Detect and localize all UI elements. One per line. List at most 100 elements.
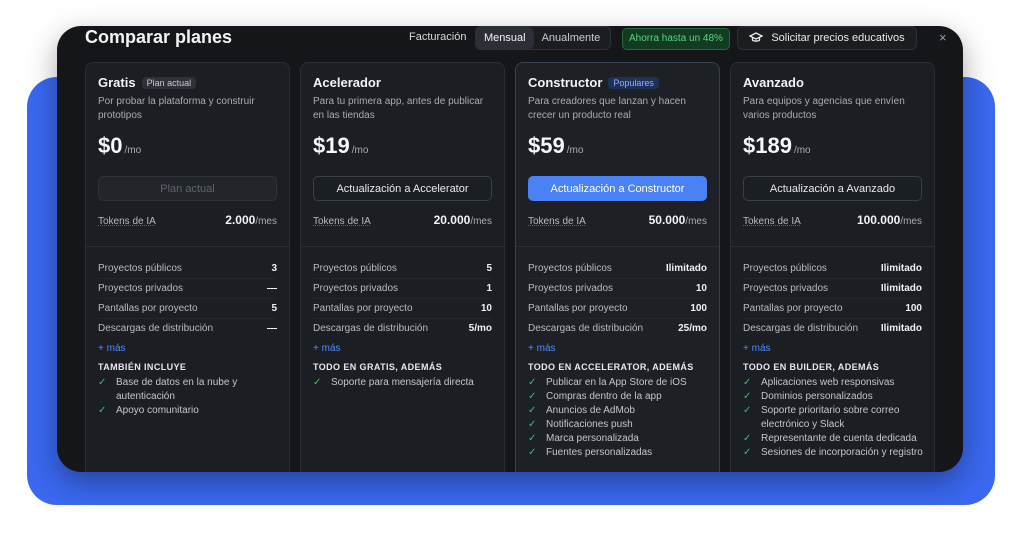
- upgrade-advanced-button[interactable]: Actualización a Avanzado: [743, 176, 922, 201]
- include-text: Soporte para mensajería directa: [331, 377, 474, 388]
- more-features-link[interactable]: + más: [528, 343, 556, 354]
- plan-name-row: Constructor Populares: [528, 75, 659, 90]
- edu-pricing-button[interactable]: Solicitar precios educativos: [737, 26, 917, 50]
- include-text: Soporte prioritario sobre correo electró…: [761, 405, 900, 430]
- feature-row: Descargas de distribución —: [98, 319, 277, 338]
- upgrade-accelerator-button[interactable]: Actualización a Accelerator: [313, 176, 492, 201]
- price-row: $59 /mo: [528, 133, 583, 159]
- check-icon: ✓: [313, 377, 322, 388]
- check-icon: ✓: [528, 433, 537, 444]
- feature-row: Descargas de distribución 5/mo: [313, 319, 492, 338]
- list-item: ✓ Notificaciones push: [528, 418, 710, 432]
- price-row: $189 /mo: [743, 133, 811, 159]
- plan-card-accelerator: Acelerador Para tu primera app, antes de…: [300, 62, 505, 472]
- plan-name-row: Acelerador: [313, 75, 381, 90]
- ai-tokens-label[interactable]: Tokens de IA: [743, 216, 801, 227]
- modal-header: Comparar planes Facturación Mensual Anua…: [57, 26, 963, 52]
- feature-label: Pantallas por proyecto: [313, 303, 413, 314]
- ai-tokens-unit: /mes: [685, 216, 707, 227]
- include-text: Base de datos en la nube y autenticación: [116, 377, 238, 402]
- include-text: Publicar en la App Store de iOS: [546, 377, 687, 388]
- billing-label: Facturación: [409, 31, 467, 43]
- feature-row: Proyectos públicos Ilimitado: [528, 259, 707, 279]
- feature-row: Pantallas por proyecto 10: [313, 299, 492, 319]
- upgrade-builder-button[interactable]: Actualización a Constructor: [528, 176, 707, 201]
- feature-value: 1: [486, 283, 492, 294]
- feature-label: Proyectos públicos: [313, 263, 397, 274]
- divider: [86, 246, 289, 247]
- check-icon: ✓: [743, 405, 752, 416]
- feature-value: —: [267, 323, 277, 334]
- plan-description: Para equipos y agencias que envíen vario…: [743, 96, 905, 121]
- feature-list: Proyectos públicos Ilimitado Proyectos pr…: [528, 259, 707, 338]
- compare-plans-modal: Comparar planes Facturación Mensual Anua…: [57, 26, 963, 472]
- ai-tokens-row: Tokens de IA 2.000/mes: [98, 213, 277, 227]
- graduation-cap-icon: [749, 32, 764, 42]
- check-icon: ✓: [528, 447, 537, 458]
- feature-value: 5: [486, 263, 492, 274]
- current-plan-button: Plan actual: [98, 176, 277, 201]
- list-item: ✓ Sesiones de incorporación y registro: [743, 446, 925, 460]
- billing-option-monthly[interactable]: Mensual: [476, 27, 534, 49]
- ai-tokens-label[interactable]: Tokens de IA: [313, 216, 371, 227]
- feature-value: 5: [271, 303, 277, 314]
- list-item: ✓ Compras dentro de la app: [528, 390, 710, 404]
- includes-list: ✓ Base de datos en la nube y autenticació…: [98, 376, 280, 418]
- plan-price: $59: [528, 133, 565, 158]
- feature-row: Proyectos públicos 5: [313, 259, 492, 279]
- feature-value: Ilimitado: [880, 283, 922, 294]
- current-plan-badge: Plan actual: [141, 76, 197, 89]
- check-icon: ✓: [528, 377, 537, 388]
- ai-tokens-label[interactable]: Tokens de IA: [98, 216, 156, 227]
- price-period: /mo: [124, 145, 142, 156]
- feature-value: Ilimitado: [880, 263, 922, 274]
- list-item: ✓ Base de datos en la nube y autenticació…: [98, 376, 280, 404]
- more-features-link[interactable]: + más: [98, 343, 126, 354]
- feature-label: Descargas de distribución: [98, 323, 214, 334]
- more-features-link[interactable]: + más: [313, 343, 341, 354]
- includes-list: ✓ Publicar en la App Store de iOS ✓ Compra…: [528, 376, 710, 460]
- feature-label: Pantallas por proyecto: [743, 303, 843, 314]
- feature-value: Ilimitado: [880, 323, 922, 334]
- list-item: ✓ Marca personalizada: [528, 432, 710, 446]
- ai-tokens-unit: /mes: [470, 216, 492, 227]
- check-icon: ✓: [743, 377, 752, 388]
- ai-tokens-row: Tokens de IA 20.000/mes: [313, 213, 492, 227]
- include-text: Sesiones de incorporación y registro: [761, 447, 923, 458]
- price-row: $0 /mo: [98, 133, 141, 159]
- ai-tokens-unit: /mes: [900, 216, 922, 227]
- list-item: ✓ Soporte prioritario sobre correo electr…: [743, 404, 925, 432]
- includes-list: ✓ Aplicaciones web responsivas ✓ Dominios …: [743, 376, 925, 460]
- list-item: ✓ Representante de cuenta dedicada: [743, 432, 925, 446]
- check-icon: ✓: [743, 433, 752, 444]
- plan-price: $0: [98, 133, 123, 158]
- feature-label: Pantallas por proyecto: [98, 303, 198, 314]
- billing-toggle: Mensual Anualmente: [475, 26, 611, 50]
- price-period: /mo: [566, 145, 584, 156]
- plan-name: Avanzado: [743, 75, 804, 90]
- close-icon[interactable]: ×: [939, 30, 947, 45]
- more-features-link[interactable]: + más: [743, 343, 771, 354]
- feature-label: Descargas de distribución: [528, 323, 644, 334]
- includes-heading: TODO EN BUILDER, ADEMÁS: [743, 362, 880, 372]
- feature-value: 100: [905, 303, 922, 314]
- plan-price: $19: [313, 133, 350, 158]
- feature-row: Proyectos privados —: [98, 279, 277, 299]
- check-icon: ✓: [528, 391, 537, 402]
- ai-tokens-label[interactable]: Tokens de IA: [528, 216, 586, 227]
- feature-value: 3: [271, 263, 277, 274]
- includes-heading: TODO EN GRATIS, ADEMÁS: [313, 362, 443, 372]
- includes-list: ✓ Soporte para mensajería directa: [313, 376, 495, 390]
- billing-option-annual[interactable]: Anualmente: [534, 27, 609, 49]
- feature-label: Proyectos privados: [313, 283, 399, 294]
- feature-value: Ilimitado: [665, 263, 707, 274]
- feature-value: 25/mo: [678, 323, 707, 334]
- feature-label: Pantallas por proyecto: [528, 303, 628, 314]
- savings-badge: Ahorra hasta un 48%: [622, 28, 730, 50]
- feature-row: Proyectos privados 10: [528, 279, 707, 299]
- plan-description: Por probar la plataforma y construir pro…: [98, 96, 255, 121]
- feature-value: 10: [480, 303, 492, 314]
- includes-heading: TAMBIÉN INCLUYE: [98, 362, 187, 372]
- plan-name: Constructor: [528, 75, 603, 90]
- price-row: $19 /mo: [313, 133, 368, 159]
